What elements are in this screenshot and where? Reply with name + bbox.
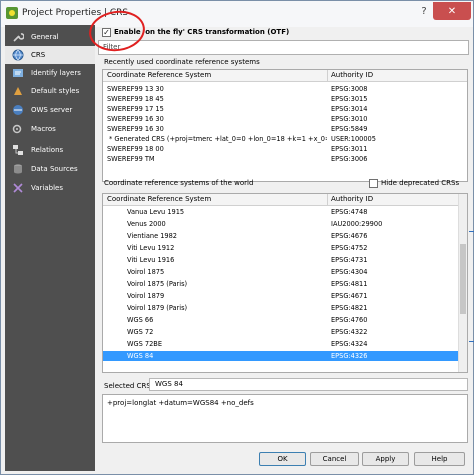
recent-table-header: Coordinate Reference System Authority ID (103, 70, 467, 82)
sidebar-item-label: Default styles (31, 87, 80, 95)
table-row[interactable]: SWEREF99 18 00 EPSG:3011 (103, 144, 467, 154)
sidebar-item-ows-server[interactable]: OWS server (5, 101, 95, 119)
table-row[interactable]: Vientiane 1982 EPSG:4676 (103, 231, 459, 241)
background-edge-mark (469, 231, 474, 232)
variables-icon (11, 181, 25, 195)
sidebar-item-default-styles[interactable]: Default styles (5, 82, 95, 100)
table-row[interactable]: Viti Levu 1912 EPSG:4752 (103, 243, 459, 253)
apply-button[interactable]: Apply (362, 452, 409, 466)
proj-string-box[interactable]: +proj=longlat +datum=WGS84 +no_defs (102, 394, 468, 443)
styles-icon (11, 84, 25, 98)
sidebar-item-label: OWS server (31, 106, 73, 114)
filter-input[interactable] (98, 40, 469, 55)
selected-crs-label: Selected CRS: (104, 382, 154, 390)
recent-crs-heading: Recently used coordinate reference syste… (104, 58, 260, 66)
table-row[interactable]: SWEREF99 13 30 EPSG:3008 (103, 84, 467, 94)
sidebar-item-identify-layers[interactable]: Identify layers (5, 64, 95, 82)
table-row[interactable]: Voirol 1879 EPSG:4671 (103, 291, 459, 301)
table-row[interactable]: SWEREF99 17 15 EPSG:3014 (103, 104, 467, 114)
ok-button[interactable]: OK (259, 452, 306, 466)
world-crs-table: Coordinate Reference System Authority ID… (102, 193, 468, 373)
column-divider (327, 194, 328, 206)
background-edge-mark (469, 341, 474, 342)
crs-page: ✓ Enable 'on the fly' CRS transformation… (98, 25, 471, 471)
table-row[interactable]: Voirol 1875 EPSG:4304 (103, 267, 459, 277)
sidebar-item-label: General (31, 33, 59, 41)
table-row[interactable]: Venus 2000 IAU2000:29900 (103, 219, 459, 229)
wrench-icon (11, 30, 25, 44)
sidebar-item-crs[interactable]: CRS (5, 46, 95, 64)
sidebar-item-relations[interactable]: Relations (5, 141, 95, 159)
title-bar[interactable]: Project Properties | CRS ? ✕ (1, 1, 473, 27)
table-row[interactable]: Voirol 1879 (Paris) EPSG:4821 (103, 303, 459, 313)
cancel-button[interactable]: Cancel (310, 452, 359, 466)
hide-deprecated-label: Hide deprecated CRSs (381, 179, 460, 187)
close-icon[interactable]: ✕ (433, 2, 471, 20)
help-icon[interactable]: ? (417, 2, 431, 20)
globe-icon (11, 48, 25, 62)
sidebar-item-macros[interactable]: Macros (5, 120, 95, 138)
table-row[interactable]: WGS 72BE EPSG:4324 (103, 339, 459, 349)
column-header-crs[interactable]: Coordinate Reference System (107, 71, 211, 79)
table-row[interactable]: SWEREF99 16 30 EPSG:5849 (103, 124, 467, 134)
sidebar-item-label: CRS (31, 51, 46, 59)
table-row[interactable]: Viti Levu 1916 EPSG:4731 (103, 255, 459, 265)
sidebar-item-general[interactable]: General (5, 28, 95, 46)
table-row[interactable]: * Generated CRS (+proj=tmerc +lat_0=0 +l… (103, 134, 467, 144)
qgis-app-icon (6, 7, 18, 19)
sidebar-item-label: Macros (31, 125, 56, 133)
column-divider (327, 70, 328, 82)
table-row[interactable]: SWEREF99 TM EPSG:3006 (103, 154, 467, 164)
table-row[interactable]: Voirol 1875 (Paris) EPSG:4811 (103, 279, 459, 289)
column-header-authority[interactable]: Authority ID (331, 195, 373, 203)
sidebar-item-label: Relations (31, 146, 64, 154)
ows-server-icon (11, 103, 25, 117)
sidebar-item-variables[interactable]: Variables (5, 179, 95, 197)
relations-icon (11, 143, 25, 157)
table-row[interactable]: Vanua Levu 1915 EPSG:4748 (103, 207, 459, 217)
hide-deprecated-checkbox[interactable] (369, 179, 378, 188)
column-header-crs[interactable]: Coordinate Reference System (107, 195, 211, 203)
world-crs-heading: Coordinate reference systems of the worl… (104, 179, 254, 187)
table-row[interactable]: SWEREF99 18 45 EPSG:3015 (103, 94, 467, 104)
selected-crs-field: WGS 84 (149, 378, 468, 391)
world-table-header: Coordinate Reference System Authority ID (103, 194, 459, 206)
table-row[interactable]: SWEREF99 16 30 EPSG:3010 (103, 114, 467, 124)
recent-crs-table: Coordinate Reference System Authority ID… (102, 69, 468, 182)
sidebar-item-label: Identify layers (31, 69, 81, 77)
identify-icon (11, 66, 25, 80)
table-row-selected[interactable]: WGS 84 EPSG:4326 (103, 351, 459, 361)
sidebar-item-label: Data Sources (31, 165, 78, 173)
column-header-authority[interactable]: Authority ID (331, 71, 373, 79)
sidebar: General CRS Identify layers Default styl… (5, 25, 95, 471)
table-row[interactable]: WGS 72 EPSG:4322 (103, 327, 459, 337)
table-row[interactable]: WGS 66 EPSG:4760 (103, 315, 459, 325)
world-table-scrollbar[interactable] (458, 194, 467, 372)
sidebar-item-data-sources[interactable]: Data Sources (5, 160, 95, 178)
scrollbar-thumb[interactable] (460, 244, 466, 314)
database-icon (11, 162, 25, 176)
help-button[interactable]: Help (414, 452, 465, 466)
sidebar-item-label: Variables (31, 184, 63, 192)
project-properties-window: Project Properties | CRS ? ✕ General CRS… (0, 0, 474, 475)
gears-icon (11, 122, 25, 136)
